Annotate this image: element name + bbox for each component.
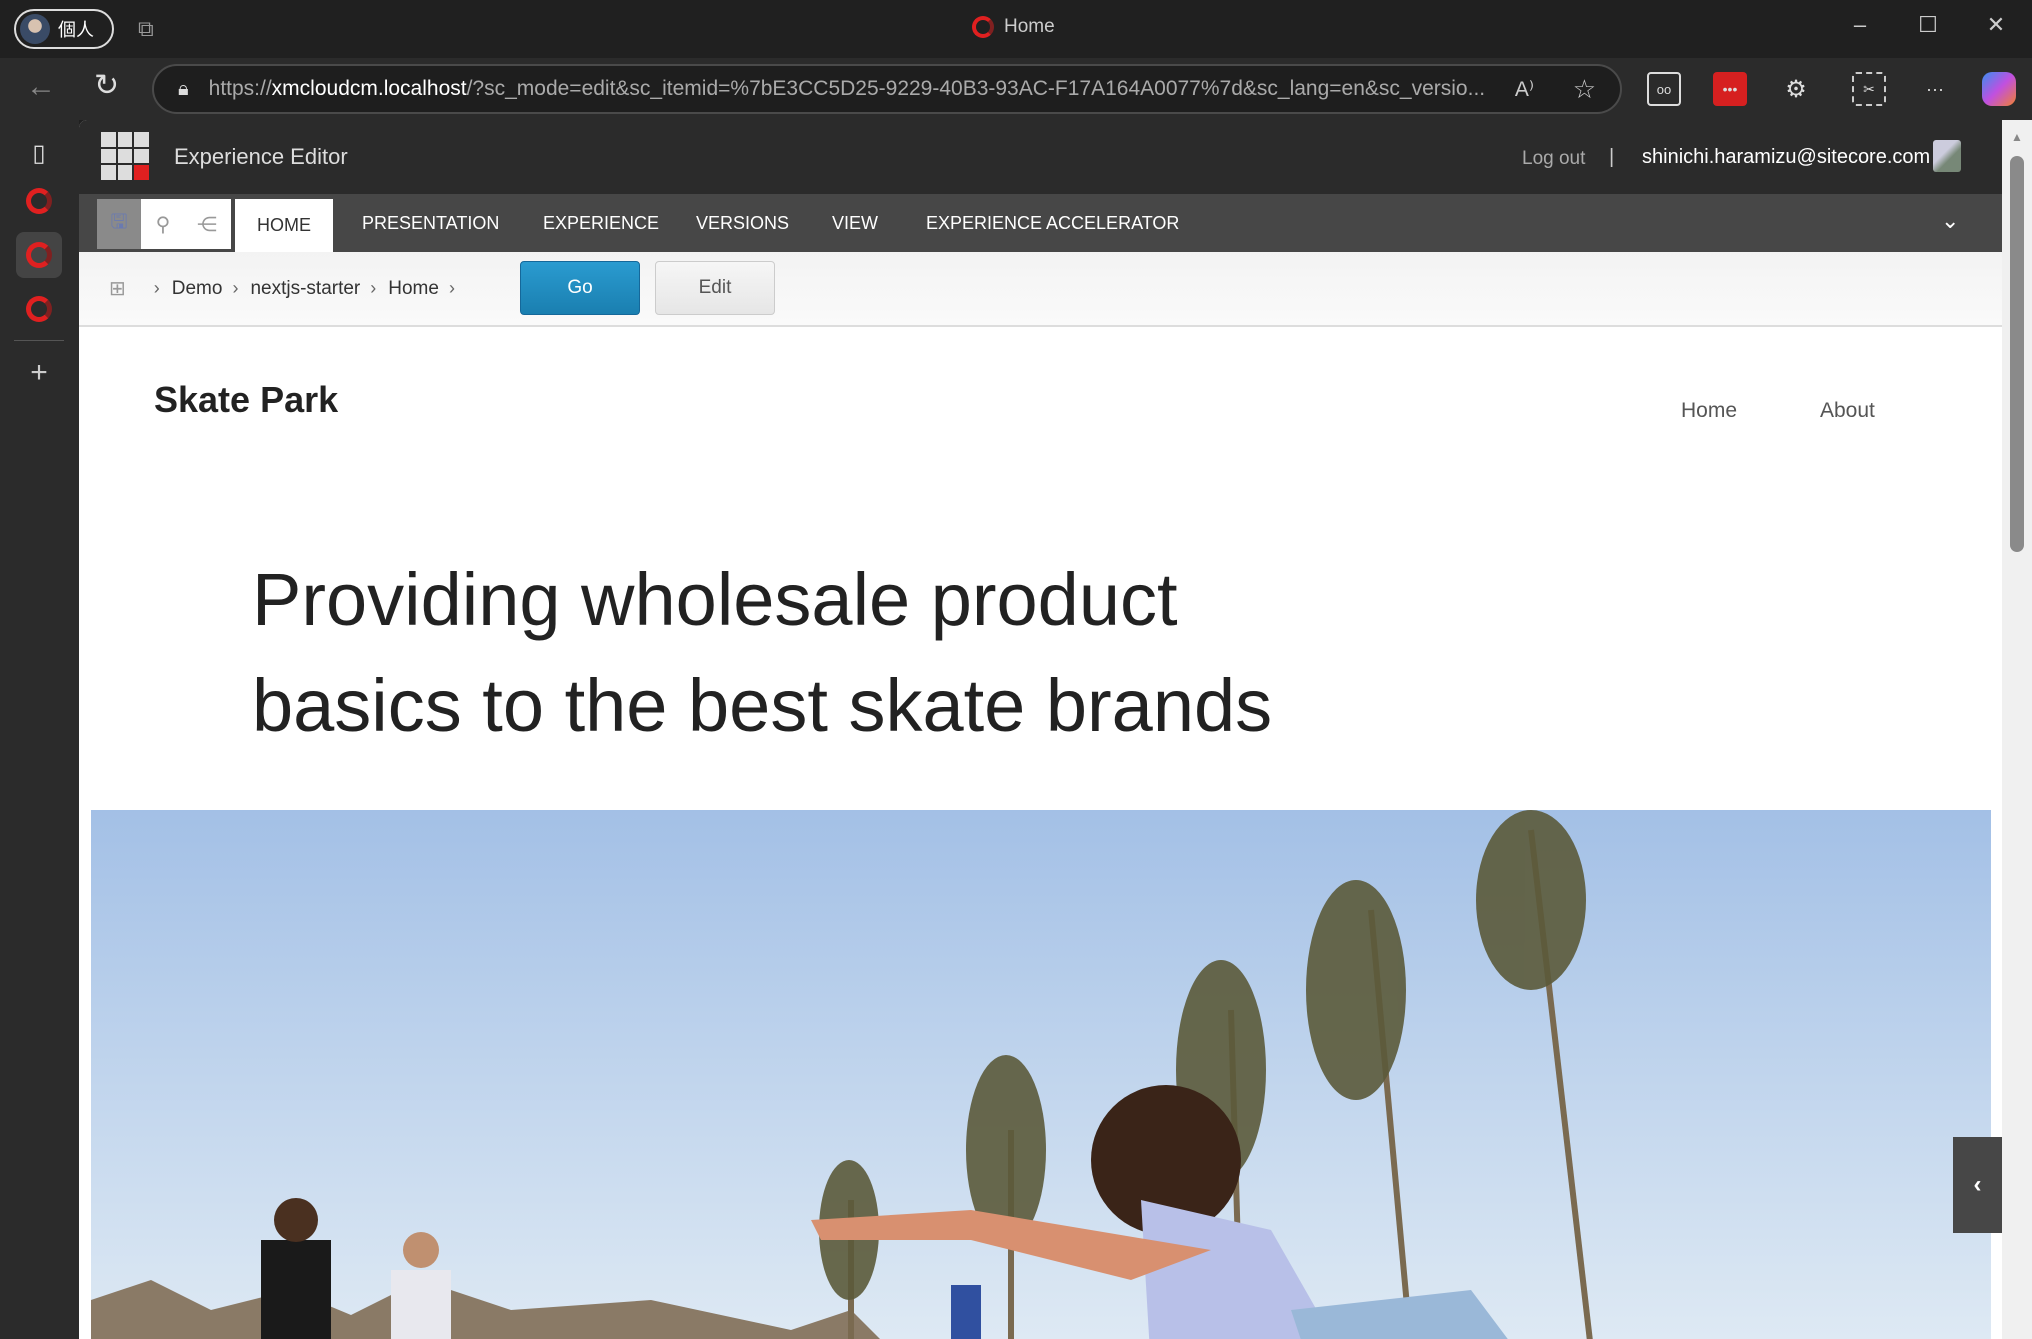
hero-image [91,810,1991,1339]
tab-experience-accelerator[interactable]: EXPERIENCE ACCELERATOR [904,194,1201,252]
site-page: Skate Park Home About Providing wholesal… [79,329,2002,1339]
chevron-right-icon: › [153,278,160,298]
edit-button[interactable]: Edit [655,261,775,315]
ribbon: 🖫 ⚲ ⋲ HOME PRESENTATION EXPERIENCE VERSI… [79,194,2002,252]
user-avatar[interactable] [1933,140,1961,172]
copilot-icon[interactable] [1982,72,2016,106]
screenshot-icon[interactable]: ✂ [1852,72,1886,106]
experience-editor-header: Experience Editor Log out | shinichi.har… [79,120,2002,194]
window-title: Home [972,16,1055,38]
go-button[interactable]: Go [520,261,640,315]
chevron-down-icon[interactable]: ⌄ [1941,208,1959,234]
extensions-icon[interactable]: ⚙ [1779,72,1813,106]
search-icon[interactable]: ⚲ [141,199,185,249]
password-manager-icon[interactable]: ••• [1713,72,1747,106]
hero-headline: Providing wholesale product basics to the… [252,547,1452,759]
scrollbar[interactable]: ▲ [2002,120,2032,1339]
maximize-button[interactable]: ☐ [1908,12,1948,38]
content-tree-icon[interactable]: ⊞ [109,276,126,301]
sitecore-favicon-icon [972,16,994,38]
chevron-right-icon: › [232,278,239,298]
headline-line: Providing wholesale product [252,558,1178,641]
add-icon[interactable]: + [20,354,58,392]
headline-line: basics to the best skate brands [252,664,1273,747]
share-icon[interactable]: ⋲ [185,199,229,249]
breadcrumb: ⊞ › Demo › nextjs-starter › Home › Go Edit [79,252,2002,327]
url-host: xmcloudcm.localhost [271,77,467,100]
nav-about[interactable]: About [1820,399,1875,423]
sidebar-divider [14,340,64,341]
nav-home[interactable]: Home [1681,399,1737,423]
tab-experience[interactable]: EXPERIENCE [521,194,681,252]
minimize-button[interactable]: – [1840,12,1880,38]
sitecore-icon [26,188,52,214]
reading-extension-icon[interactable]: oo [1647,72,1681,106]
sitecore-launchpad-icon[interactable] [101,132,149,180]
close-button[interactable]: ✕ [1976,12,2016,38]
chevron-left-icon[interactable]: ‹ [1953,1137,2002,1233]
skateboarder-photo [91,810,1991,1339]
scroll-up-icon[interactable]: ▲ [2011,130,2023,144]
tab-home[interactable]: HOME [235,199,333,252]
avatar [20,14,50,44]
favorite-star-icon[interactable]: ☆ [1573,74,1596,105]
sitecore-icon [26,296,52,322]
reload-button[interactable]: ↻ [94,68,119,103]
url-scheme: https:// [208,77,272,100]
site-title[interactable]: Skate Park [154,379,338,421]
scrollbar-thumb[interactable] [2010,156,2024,552]
chevron-right-icon[interactable]: › [449,278,455,299]
browser-title-bar: 個人 ⧉ Home – ☐ ✕ [0,0,2032,58]
chevron-right-icon: › [370,278,377,298]
breadcrumb-item[interactable]: Demo [172,278,223,300]
profile-label: 個人 [58,20,94,40]
tab-actions-icon[interactable]: ⧉ [138,16,164,42]
tab-presentation[interactable]: PRESENTATION [340,194,521,252]
sidebar-tab-sitecore-3[interactable] [20,290,58,328]
breadcrumb-item[interactable]: Home [388,278,439,300]
window-title-text: Home [1004,16,1055,37]
sidebar-tab-sitecore-1[interactable] [20,182,58,220]
breadcrumb-item[interactable]: nextjs-starter [250,278,360,300]
tab-view[interactable]: VIEW [810,194,900,252]
sitecore-icon [26,242,52,268]
user-name[interactable]: shinichi.haramizu@sitecore.com [1642,146,1930,169]
quick-actions: 🖫 ⚲ ⋲ [97,199,231,249]
read-aloud-icon[interactable]: A⁾ [1515,77,1534,102]
page-viewport: Experience Editor Log out | shinichi.har… [79,120,2002,1339]
browser-sidebar: ▯ + [0,120,79,1339]
logout-link[interactable]: Log out [1522,148,1585,170]
tab-versions[interactable]: VERSIONS [674,194,811,252]
header-separator: | [1609,146,1615,168]
sidebar-tab-sitecore-2[interactable] [16,232,62,278]
save-icon[interactable]: 🖫 [97,199,141,249]
address-bar[interactable]: 🔒︎ https://xmcloudcm.localhost/?sc_mode=… [152,64,1622,114]
back-button[interactable]: ← [26,70,56,104]
profile-button[interactable]: 個人 [14,9,114,49]
app-title: Experience Editor [174,144,348,169]
lock-icon: 🔒︎ [178,77,189,100]
more-menu-button[interactable]: ··· [1918,72,1952,106]
sidebar-panel-icon[interactable]: ▯ [20,134,58,172]
url-path: /?sc_mode=edit&sc_itemid=%7bE3CC5D25-922… [466,77,1486,100]
